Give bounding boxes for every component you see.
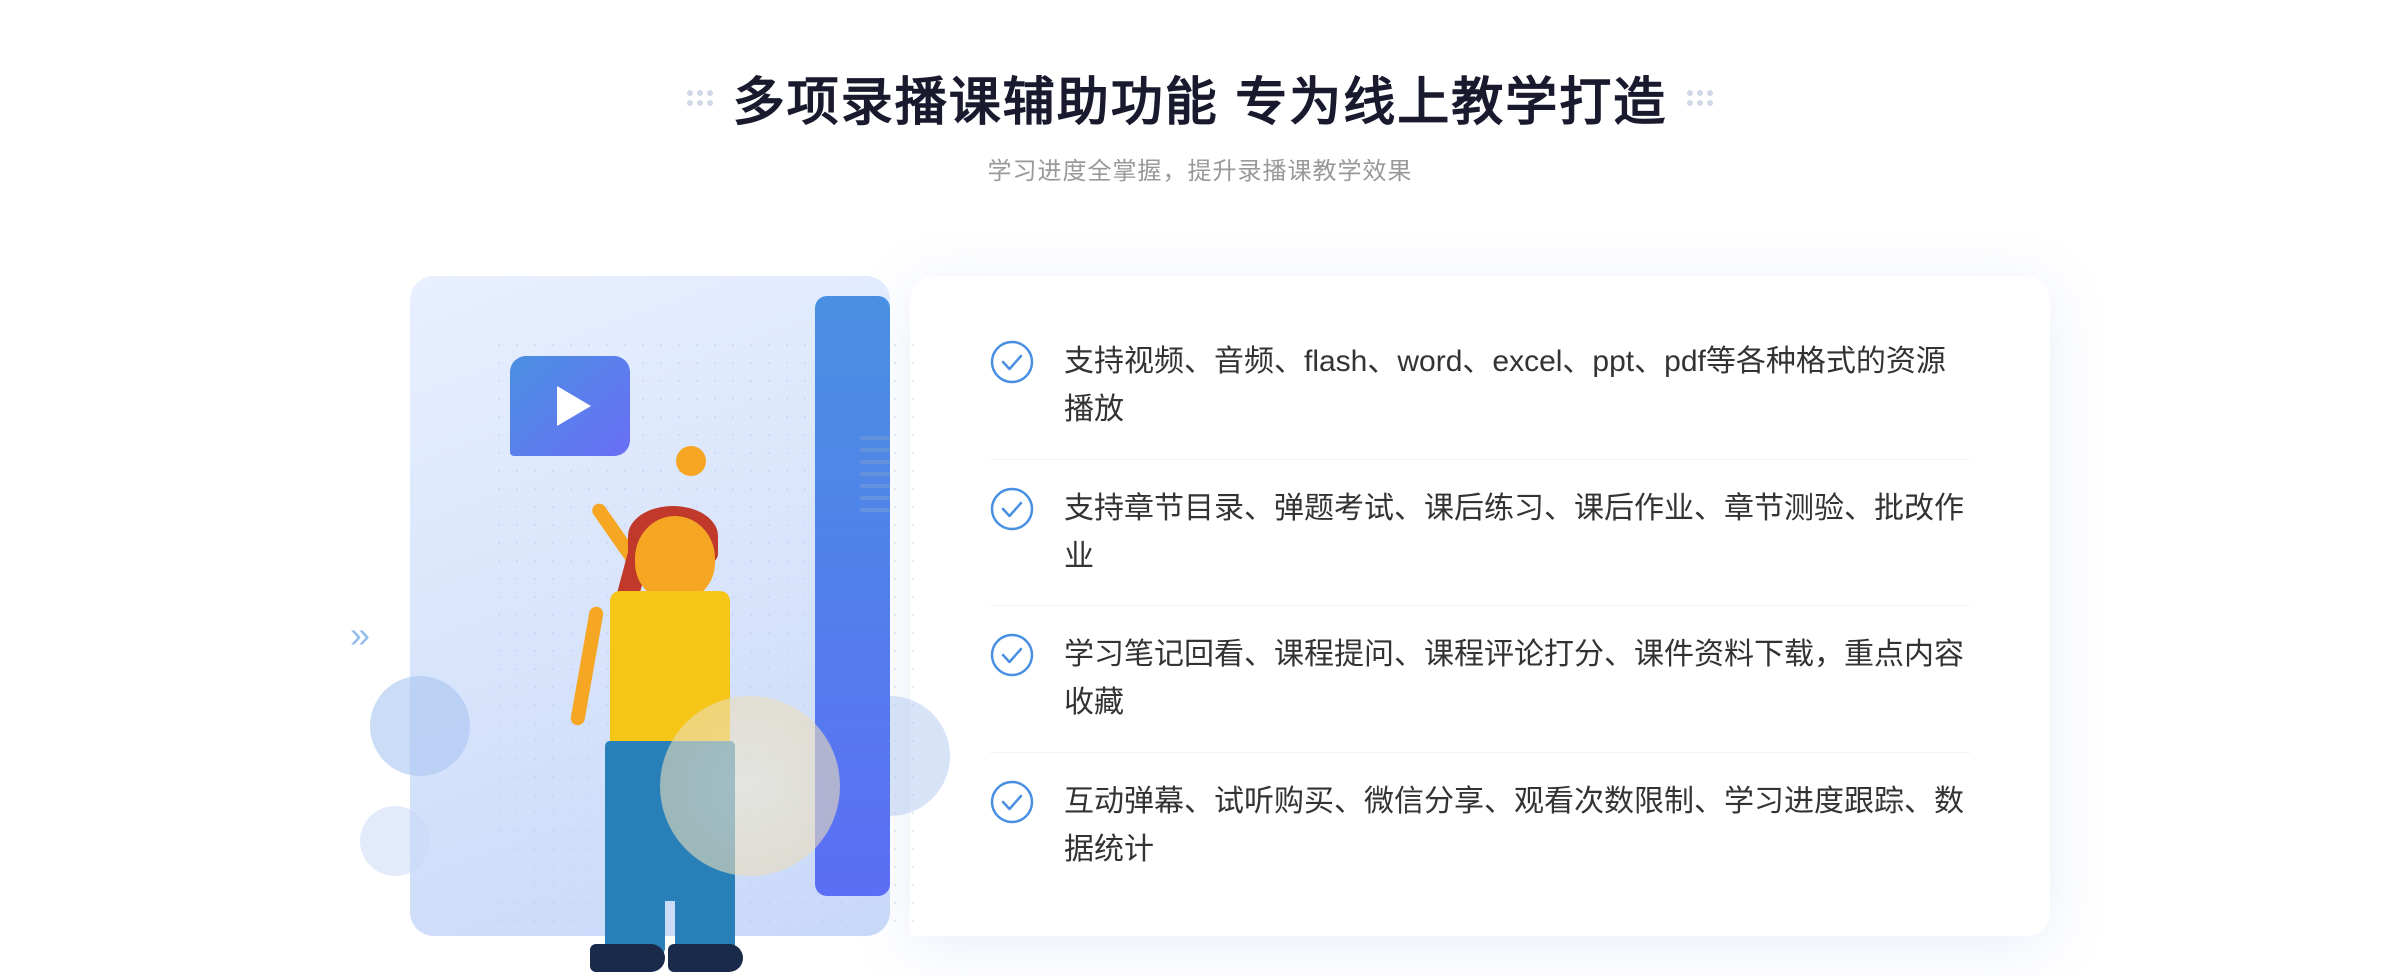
header-section: 多项录播课辅助功能 专为线上教学打造 学习进度全掌握，提升录播课教学效果 xyxy=(687,60,1713,186)
check-icon-3 xyxy=(990,633,1034,677)
right-decorative-dots xyxy=(1687,90,1713,106)
hand-up xyxy=(676,446,706,476)
features-panel: 支持视频、音频、flash、word、excel、ppt、pdf等各种格式的资源… xyxy=(910,276,2050,936)
deco-circle-large xyxy=(370,676,470,776)
page-title: 多项录播课辅助功能 专为线上教学打造 xyxy=(733,60,1667,135)
deco-circle-small xyxy=(360,806,430,876)
feature-text-4: 互动弹幕、试听购买、微信分享、观看次数限制、学习进度跟踪、数据统计 xyxy=(1064,778,1970,874)
deco-stripes xyxy=(860,436,890,556)
check-icon-2 xyxy=(990,487,1034,531)
shoe-left xyxy=(590,944,665,972)
feature-item-2: 支持章节目录、弹题考试、课后练习、课后作业、章节测验、批改作业 xyxy=(990,485,1970,581)
feature-item-4: 互动弹幕、试听购买、微信分享、观看次数限制、学习进度跟踪、数据统计 xyxy=(990,778,1970,874)
check-icon-4 xyxy=(990,780,1034,824)
feature-divider-3 xyxy=(990,752,1970,753)
page-subtitle: 学习进度全掌握，提升录播课教学效果 xyxy=(687,151,1713,186)
shoe-right xyxy=(668,944,743,972)
illustration-wrapper: » xyxy=(350,236,930,976)
feature-divider-1 xyxy=(990,459,1970,460)
feature-item-1: 支持视频、音频、flash、word、excel、ppt、pdf等各种格式的资源… xyxy=(990,338,1970,434)
pant-left xyxy=(605,856,665,956)
page-wrapper: 多项录播课辅助功能 专为线上教学打造 学习进度全掌握，提升录播课教学效果 xyxy=(0,0,2400,974)
left-decorative-dots xyxy=(687,90,713,106)
deco-big-dot xyxy=(660,696,840,876)
character-illustration xyxy=(480,416,800,976)
chevron-left-icon: » xyxy=(350,614,370,656)
head xyxy=(635,516,715,601)
content-area: » 支持视频、音频、flash、word、excel、ppt、pdf等各种格式的… xyxy=(350,236,2050,976)
feature-item-3: 学习笔记回看、课程提问、课程评论打分、课件资料下载，重点内容收藏 xyxy=(990,631,1970,727)
check-icon-1 xyxy=(990,340,1034,384)
feature-text-2: 支持章节目录、弹题考试、课后练习、课后作业、章节测验、批改作业 xyxy=(1064,485,1970,581)
feature-text-1: 支持视频、音频、flash、word、excel、ppt、pdf等各种格式的资源… xyxy=(1064,338,1970,434)
header-title-row: 多项录播课辅助功能 专为线上教学打造 xyxy=(687,60,1713,135)
feature-text-3: 学习笔记回看、课程提问、课程评论打分、课件资料下载，重点内容收藏 xyxy=(1064,631,1970,727)
feature-divider-2 xyxy=(990,605,1970,606)
arm-down xyxy=(570,606,605,727)
